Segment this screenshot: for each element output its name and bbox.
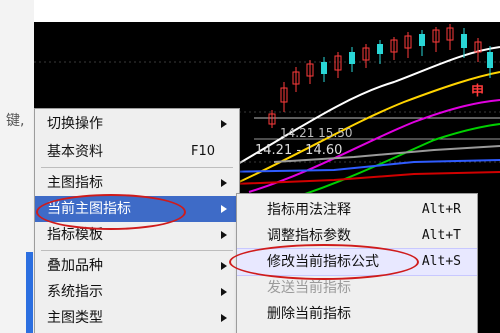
submenu-arrow-icon — [221, 179, 227, 187]
menu-item-label: 基本资料 — [47, 144, 103, 160]
menu-item-system-indicator[interactable]: 系统指示 — [35, 279, 239, 305]
menu-item-label: 主图指标 — [47, 175, 103, 191]
annotation-ellipse-current-indicator — [36, 194, 186, 230]
submenu-item-label: 指标用法注释 — [267, 202, 351, 218]
screenshot-stage: 键, 14.21 15.50 14.21 - 14.60 申 切换操作 基本资料… — [0, 0, 500, 333]
blue-selection-bar — [26, 252, 33, 333]
submenu-item-usage-notes[interactable]: 指标用法注释 Alt+R — [237, 197, 477, 223]
submenu-item-shortcut: Alt+S — [421, 254, 461, 269]
annotation-ellipse-modify-formula — [229, 244, 419, 280]
menu-separator — [41, 250, 233, 251]
submenu-arrow-icon — [221, 205, 227, 213]
submenu-arrow-icon — [221, 314, 227, 322]
menu-item-basic-info[interactable]: 基本资料 F10 — [35, 139, 239, 165]
menu-item-label: 主图类型 — [47, 310, 103, 326]
menu-item-label: 切换操作 — [47, 116, 103, 132]
submenu-arrow-icon — [221, 262, 227, 270]
menu-separator — [41, 167, 233, 168]
submenu-item-delete-indicator[interactable]: 删除当前指标 — [237, 301, 477, 327]
submenu-arrow-icon — [221, 120, 227, 128]
menu-item-label: 系统指示 — [47, 284, 103, 300]
chart-price-label-2: 14.21 - 14.60 — [255, 143, 343, 158]
menu-item-shortcut: F10 — [190, 144, 215, 159]
chart-red-label: 申 — [471, 84, 485, 99]
menu-item-main-indicator[interactable]: 主图指标 — [35, 170, 239, 196]
submenu-item-send-indicator[interactable]: 发送当前指标 — [237, 275, 477, 301]
menu-item-overlay-symbol[interactable]: 叠加品种 — [35, 253, 239, 279]
submenu-item-label: 删除当前指标 — [267, 306, 351, 322]
menu-item-main-chart-type[interactable]: 主图类型 — [35, 305, 239, 331]
menu-item-switch-operation[interactable]: 切换操作 — [35, 111, 239, 137]
submenu-item-shortcut: Alt+T — [421, 228, 461, 243]
submenu-arrow-icon — [221, 288, 227, 296]
chart-price-label-1: 14.21 15.50 — [280, 126, 353, 140]
submenu-arrow-icon — [221, 231, 227, 239]
left-text-fragment: 键, — [6, 113, 25, 129]
menu-item-label: 叠加品种 — [47, 258, 103, 274]
submenu-item-shortcut: Alt+R — [421, 202, 461, 217]
